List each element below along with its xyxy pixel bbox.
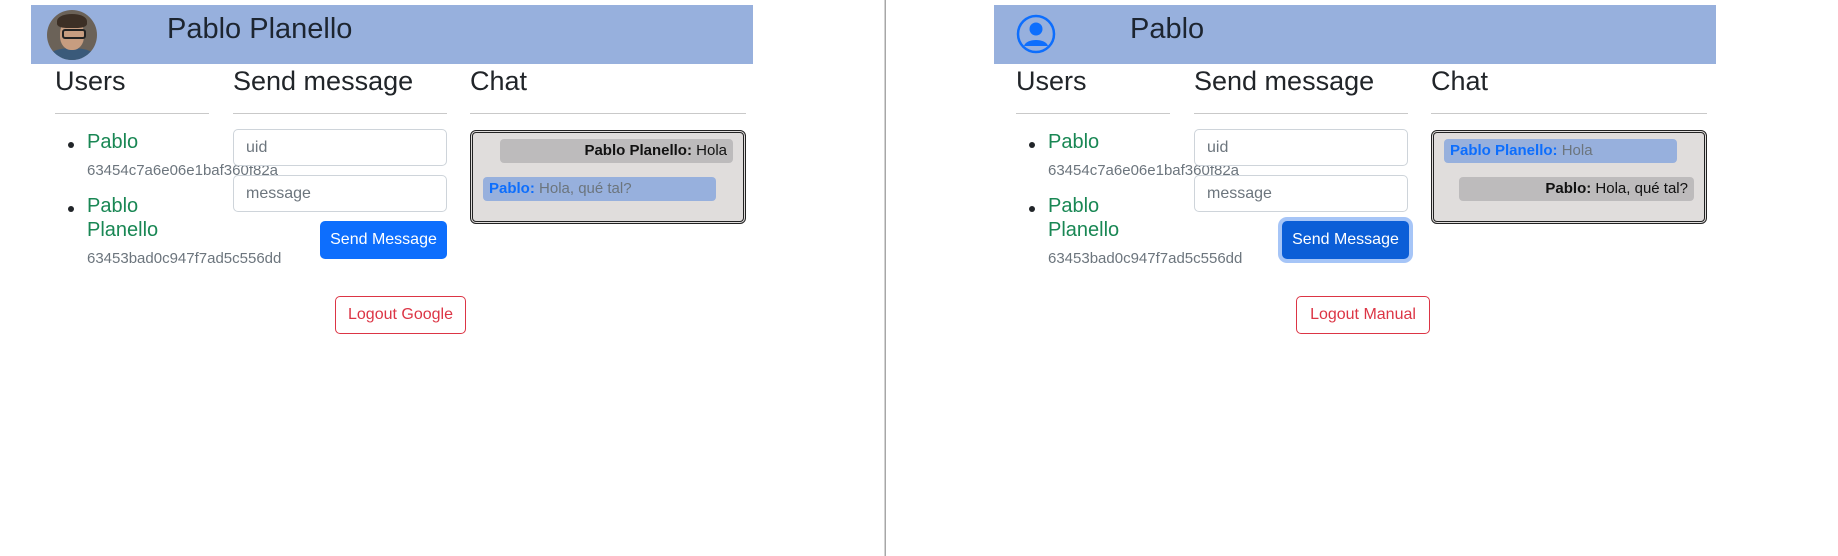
page-title: Pablo Planello bbox=[167, 13, 353, 45]
chat-text: Hola, qué tal? bbox=[1595, 180, 1688, 197]
send-divider bbox=[1194, 113, 1408, 114]
chat-sender: Pablo Planello: bbox=[1450, 142, 1558, 159]
logout-button[interactable]: Logout Manual bbox=[1296, 296, 1430, 334]
users-divider bbox=[55, 113, 209, 114]
users-heading: Users bbox=[1016, 66, 1087, 96]
chat-divider bbox=[1431, 113, 1707, 114]
send-message-heading: Send message bbox=[1194, 66, 1375, 96]
chat-sender: Pablo Planello: bbox=[584, 142, 692, 159]
user-id: 63453bad0c947f7ad5c556dd bbox=[1048, 250, 1243, 267]
users-heading: Users bbox=[55, 66, 126, 96]
logout-button[interactable]: Logout Google bbox=[335, 296, 466, 334]
chat-sender: Pablo: bbox=[1545, 180, 1592, 197]
user-avatar-photo bbox=[47, 10, 97, 60]
right-window: Pablo Users Send message Chat Pablo 6345… bbox=[886, 0, 1838, 556]
chat-message: Pablo Planello: Hola bbox=[500, 139, 733, 163]
chat-message: Pablo Planello: Hola bbox=[1444, 139, 1677, 163]
chat-sender: Pablo: bbox=[489, 180, 535, 197]
chat-text: Hola bbox=[696, 142, 727, 159]
users-divider bbox=[1016, 113, 1170, 114]
chat-box: Pablo Planello: Hola Pablo: Hola, qué ta… bbox=[470, 130, 746, 224]
chat-message: Pablo: Hola, qué tal? bbox=[483, 177, 716, 201]
send-message-button[interactable]: Send Message bbox=[320, 221, 447, 259]
send-message-button[interactable]: Send Message bbox=[1282, 221, 1409, 259]
send-divider bbox=[233, 113, 447, 114]
chat-message: Pablo: Hola, qué tal? bbox=[1459, 177, 1694, 201]
user-circle-icon bbox=[1016, 14, 1056, 54]
header-bar: Pablo Planello bbox=[31, 5, 753, 64]
page-title: Pablo bbox=[1130, 13, 1205, 45]
uid-input[interactable]: uid bbox=[233, 129, 447, 166]
message-input[interactable]: message bbox=[233, 175, 447, 212]
left-window: Pablo Planello Users Send message Chat P… bbox=[0, 0, 885, 556]
chat-box: Pablo Planello: Hola Pablo: Hola, qué ta… bbox=[1431, 130, 1707, 224]
chat-text: Hola, qué tal? bbox=[539, 180, 632, 197]
chat-heading: Chat bbox=[1431, 66, 1489, 96]
user-name-link[interactable]: Pablo Planello bbox=[1048, 194, 1138, 242]
chat-text: Hola bbox=[1561, 142, 1593, 159]
chat-divider bbox=[470, 113, 746, 114]
message-input[interactable]: message bbox=[1194, 175, 1408, 212]
send-message-heading: Send message bbox=[233, 66, 414, 96]
user-name-link[interactable]: Pablo Planello bbox=[87, 194, 177, 242]
chat-heading: Chat bbox=[470, 66, 528, 96]
uid-input[interactable]: uid bbox=[1194, 129, 1408, 166]
header-bar: Pablo bbox=[994, 5, 1716, 64]
user-id: 63453bad0c947f7ad5c556dd bbox=[87, 250, 282, 267]
